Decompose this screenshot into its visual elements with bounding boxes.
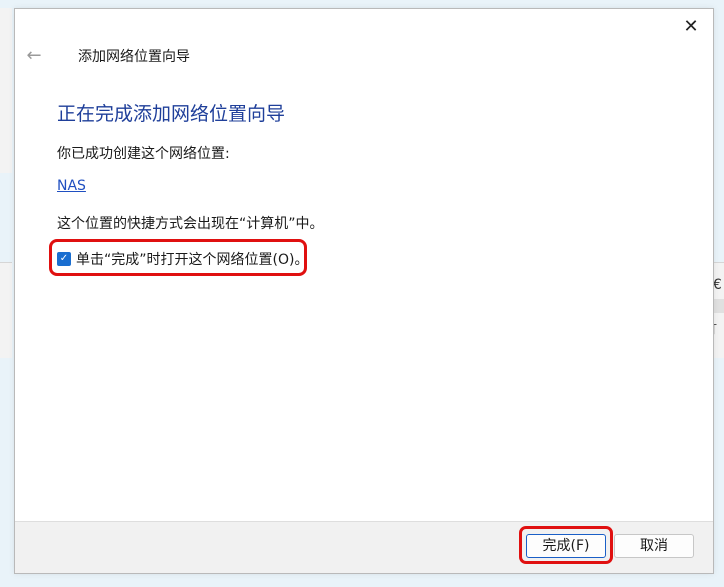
network-location-link[interactable]: NAS — [57, 178, 86, 194]
back-button[interactable]: ← — [23, 45, 45, 67]
page-heading: 正在完成添加网络位置向导 — [57, 103, 286, 125]
cancel-button[interactable]: 取消 — [614, 534, 694, 558]
shortcut-info-text: 这个位置的快捷方式会出现在“计算机”中。 — [57, 216, 324, 232]
wizard-title: 添加网络位置向导 — [78, 49, 190, 65]
add-network-location-wizard: ✕ ← 添加网络位置向导 正在完成添加网络位置向导 你已成功创建这个网络位置: … — [14, 8, 714, 574]
dialog-footer: 完成(F) 取消 — [15, 521, 713, 573]
checkmark-icon: ✓ — [57, 252, 71, 266]
back-arrow-icon: ← — [26, 45, 42, 66]
background-strip-top — [0, 8, 12, 173]
background-strip-bottom — [0, 262, 12, 358]
close-icon: ✕ — [683, 16, 699, 37]
finish-button[interactable]: 完成(F) — [526, 534, 606, 558]
open-location-checkbox-label: 单击“完成”时打开这个网络位置(O)。 — [76, 252, 309, 268]
close-button[interactable]: ✕ — [679, 15, 703, 39]
success-text: 你已成功创建这个网络位置: — [57, 146, 230, 162]
open-location-checkbox[interactable]: ✓ 单击“完成”时打开这个网络位置(O)。 — [57, 249, 308, 269]
